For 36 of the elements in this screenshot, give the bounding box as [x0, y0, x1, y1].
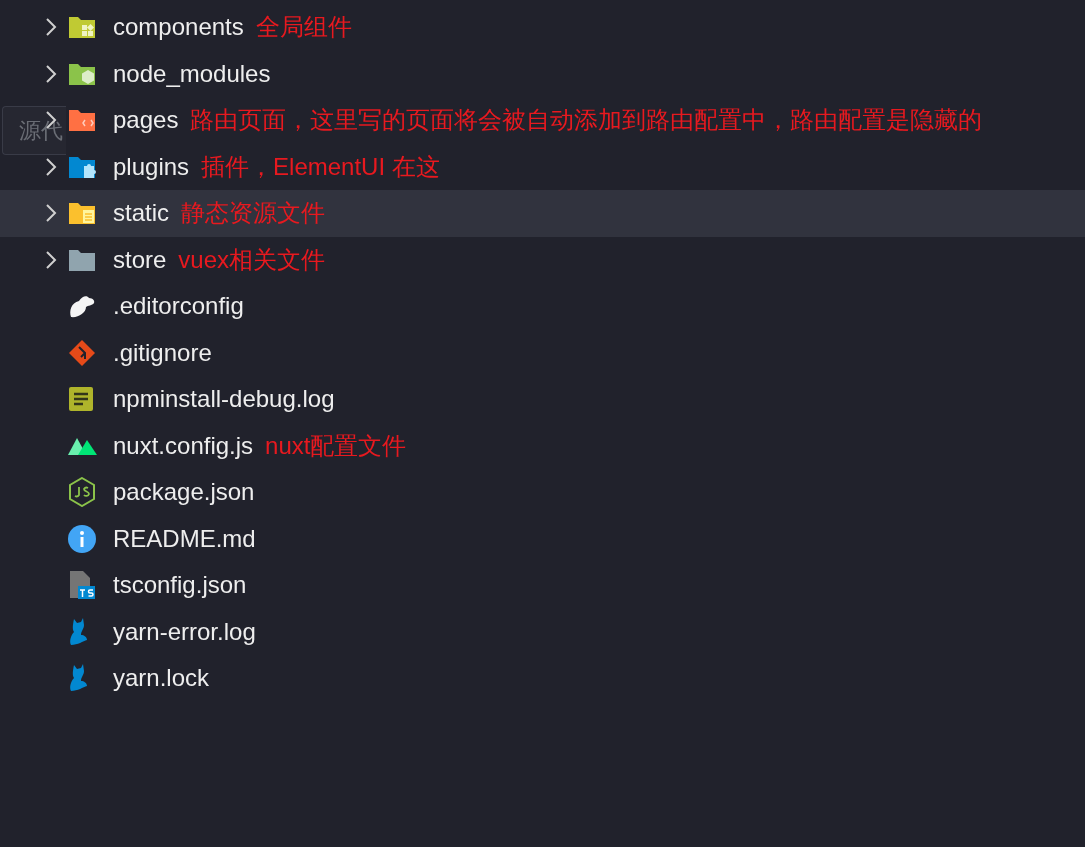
- file-name: components: [113, 12, 244, 43]
- file-name: pages: [113, 105, 179, 136]
- file-name: static: [113, 198, 169, 229]
- tooltip: 源代: [2, 106, 66, 155]
- chevron-icon: [44, 18, 58, 37]
- file-name: .gitignore: [113, 337, 212, 368]
- file-name: yarn-error.log: [113, 616, 256, 647]
- file-name: package.json: [113, 477, 255, 508]
- chevron-icon: [44, 204, 58, 223]
- chevron-icon: [44, 157, 58, 176]
- git-icon: [68, 338, 96, 367]
- file-name: yarn.lock: [113, 663, 210, 694]
- file-name: plugins: [113, 151, 190, 182]
- chevron-icon: [44, 250, 58, 269]
- annotation: 插件，ElementUI 在这: [201, 151, 440, 182]
- file-name: nuxt.config.js: [113, 430, 254, 461]
- annotation: 全局组件: [255, 12, 352, 43]
- info-icon: [68, 524, 96, 553]
- file-name: .editorconfig: [113, 291, 244, 322]
- hexagon-js-icon: [68, 477, 96, 508]
- annotation: vuex相关文件: [178, 244, 326, 275]
- annotation: nuxt配置文件: [265, 430, 407, 461]
- file-name: tsconfig.json: [113, 570, 247, 601]
- folder-icon: [68, 200, 96, 227]
- chevron-icon: [44, 64, 58, 83]
- annotation: 静态资源文件: [181, 198, 325, 229]
- file-name: npminstall-debug.log: [113, 384, 335, 415]
- folder-icon: [68, 14, 96, 41]
- file-name: README.md: [113, 523, 256, 554]
- log-icon: [68, 386, 94, 413]
- document-icon: [68, 570, 96, 601]
- file-name: store: [113, 244, 167, 275]
- selected-row[interactable]: static 静态资源文件: [0, 190, 1085, 237]
- file-name: node_modules: [113, 58, 271, 89]
- annotation: 路由页面，这里写的页面将会被自动添加到路由配置中，路由配置是隐藏的: [190, 105, 983, 136]
- folder-icon: [68, 107, 96, 134]
